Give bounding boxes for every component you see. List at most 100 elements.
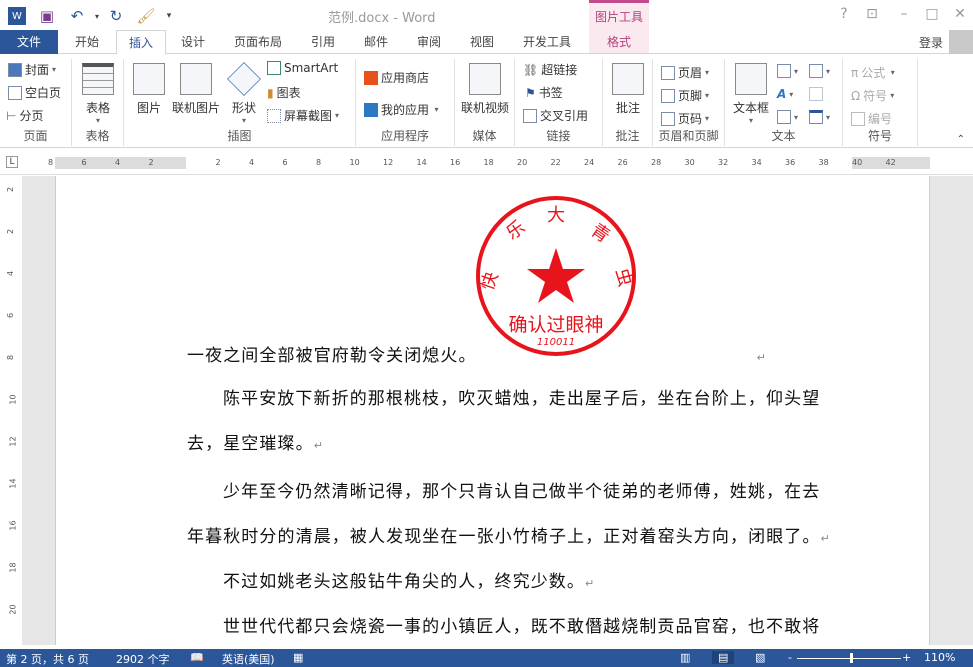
my-apps-label: 我的应用	[381, 103, 430, 117]
zoom-level[interactable]: 110%	[924, 651, 955, 664]
object-icon	[809, 110, 823, 124]
signature-line-button[interactable]: ▾	[809, 64, 830, 78]
bookmark-button[interactable]: ⚑ 书签	[525, 84, 563, 101]
date-time-button[interactable]	[809, 87, 823, 101]
tab-home[interactable]: 开始	[62, 30, 112, 54]
comment-icon	[612, 63, 644, 95]
macro-icon[interactable]: ▦	[293, 651, 303, 664]
ruler-tick-label: 12	[8, 436, 18, 447]
word-logo-icon: W	[8, 7, 26, 25]
page-number-button[interactable]: 页码 ▾	[661, 110, 709, 127]
ruler-tick-label: 30	[684, 158, 695, 167]
online-video-icon	[469, 63, 501, 95]
ruler-tick-label: 14	[8, 478, 18, 489]
footer-label: 页脚	[678, 89, 703, 103]
collapse-ribbon-icon[interactable]: ⌃	[957, 134, 965, 145]
quick-parts-button[interactable]: ▾	[777, 64, 798, 78]
group-label: 插图	[227, 129, 252, 143]
store-button[interactable]: 应用商店	[364, 69, 429, 86]
word-count[interactable]: 2902 个字	[116, 651, 170, 667]
text-line[interactable]: 年暮秋时分的清晨，被人发现坐在一张小竹椅子上，正对着窑头方向，闭眼了。↵	[187, 522, 831, 547]
sign-in-link[interactable]: 登录	[919, 34, 943, 51]
web-layout-icon[interactable]: ▧	[755, 651, 765, 664]
drop-cap-button[interactable]: ▾	[777, 110, 798, 124]
text-line[interactable]: 世世代代都只会烧瓷一事的小镇匠人，既不敢僭越烧制贡品官窑，也不敢将	[223, 612, 820, 637]
format-painter-icon[interactable]: 🖌	[135, 6, 157, 26]
proofing-icon[interactable]: 📖	[190, 651, 204, 664]
read-mode-icon[interactable]: ▥	[680, 651, 690, 664]
save-icon[interactable]: ▣	[36, 6, 58, 26]
picture-button[interactable]: 图片	[132, 63, 166, 116]
blank-page-button[interactable]: 空白页	[8, 84, 61, 101]
customize-qat-icon[interactable]: ▾	[158, 6, 180, 26]
my-apps-icon	[364, 102, 378, 117]
tab-insert[interactable]: 插入	[116, 30, 166, 55]
text-line[interactable]: 去，星空璀璨。↵	[187, 429, 324, 454]
close-icon[interactable]: ✕	[950, 6, 970, 22]
tab-references[interactable]: 引用	[298, 30, 348, 54]
tab-view[interactable]: 视图	[457, 30, 507, 54]
text-line[interactable]: 少年至今仍然清晰记得，那个只肯认自己做半个徒弟的老师傅，姓姚，在去	[223, 477, 820, 502]
ruler-tick-label: 2	[215, 158, 221, 167]
horizontal-ruler[interactable]: 8 6 4 2 2 4 6 8 10 12 14 16 18 20 22 24 26 28 30 32 34 36 38 40…	[48, 157, 930, 169]
hyperlink-button[interactable]: ⛓ 超链接	[523, 61, 577, 78]
textbox-button[interactable]: 文本框 ▾	[729, 63, 773, 125]
print-layout-icon[interactable]: ▤	[712, 651, 735, 664]
text-line[interactable]: 一夜之间全部被官府勒令关闭熄火。 ↵	[187, 341, 767, 366]
ruler-tick-label: 14	[416, 158, 427, 167]
tab-selector[interactable]: L	[6, 156, 18, 168]
ruler-tick-label: 10	[8, 394, 18, 405]
object-button[interactable]: ▾	[809, 110, 830, 124]
tab-mailings[interactable]: 邮件	[351, 30, 401, 54]
ruler-tick-label: 20	[517, 158, 528, 167]
zoom-slider-thumb[interactable]	[850, 653, 854, 663]
seal-arc-char: 青	[587, 220, 614, 248]
avatar[interactable]	[949, 30, 973, 54]
cover-page-button[interactable]: 封面 ▾	[8, 61, 56, 78]
cross-reference-button[interactable]: 交叉引用	[523, 107, 588, 124]
minimize-icon[interactable]: –	[894, 6, 914, 22]
maximize-icon[interactable]: □	[922, 6, 942, 22]
text-line[interactable]: 陈平安放下新折的那根桃枝，吹灭蜡烛，走出屋子后，坐在台阶上，仰头望	[223, 384, 820, 409]
screenshot-button[interactable]: 屏幕截图 ▾	[267, 107, 339, 124]
shapes-button[interactable]: 形状 ▾	[226, 62, 262, 125]
online-picture-button[interactable]: 联机图片	[170, 63, 222, 116]
my-apps-button[interactable]: 我的应用 ▾	[364, 101, 439, 118]
zoom-slider[interactable]	[797, 658, 901, 659]
zoom-in-button[interactable]: +	[902, 651, 911, 664]
table-button[interactable]: 表格 ▾	[80, 63, 116, 125]
zoom-out-button[interactable]: -	[788, 651, 792, 664]
ribbon-tabs: 文件 开始 插入 设计 页面布局 引用 邮件 审阅 视图 开发工具 格式	[0, 30, 973, 55]
chart-button[interactable]: ▮ 图表	[267, 84, 301, 101]
redo-icon[interactable]: ↻	[105, 6, 127, 26]
comment-button[interactable]: 批注	[609, 63, 647, 116]
tab-review[interactable]: 审阅	[404, 30, 454, 54]
tab-format[interactable]: 格式	[589, 30, 649, 54]
numbering-icon	[851, 111, 865, 126]
ribbon-display-icon[interactable]: ⊡	[862, 6, 882, 22]
undo-icon[interactable]: ↶	[66, 6, 88, 26]
vertical-ruler[interactable]: 2 2 4 6 8 10 12 14 16 18 20	[4, 183, 18, 645]
tab-developer[interactable]: 开发工具	[514, 30, 580, 54]
symbol-button[interactable]: Ω 符号 ▾	[851, 87, 894, 104]
smartart-button[interactable]: SmartArt	[267, 61, 338, 75]
page-count[interactable]: 第 2 页，共 6 页	[6, 651, 89, 667]
screenshot-icon	[267, 108, 281, 123]
tab-design[interactable]: 设计	[168, 30, 218, 54]
online-video-button[interactable]: 联机视频	[459, 63, 511, 116]
ruler-tick-label: 24	[584, 158, 595, 167]
help-icon[interactable]: ?	[834, 6, 854, 22]
group-header-footer: 页眉 ▾ 页脚 ▾ 页码 ▾ 页眉和页脚	[653, 59, 725, 146]
page-break-button[interactable]: ⊢ 分页	[6, 107, 43, 124]
wordart-button[interactable]: A ▾	[777, 87, 793, 101]
tab-file[interactable]: 文件	[0, 30, 58, 54]
omega-icon: Ω	[851, 88, 861, 103]
numbering-button[interactable]: 编号	[851, 110, 892, 127]
group-label: 页面	[23, 129, 48, 143]
equation-button[interactable]: π 公式 ▾	[851, 64, 895, 81]
text-line[interactable]: 不过如姚老头这般钻牛角尖的人，终究少数。↵	[223, 567, 595, 592]
header-button[interactable]: 页眉 ▾	[661, 64, 709, 81]
tab-page-layout[interactable]: 页面布局	[226, 30, 290, 54]
footer-button[interactable]: 页脚 ▾	[661, 87, 709, 104]
language[interactable]: 英语(美国)	[222, 651, 275, 667]
